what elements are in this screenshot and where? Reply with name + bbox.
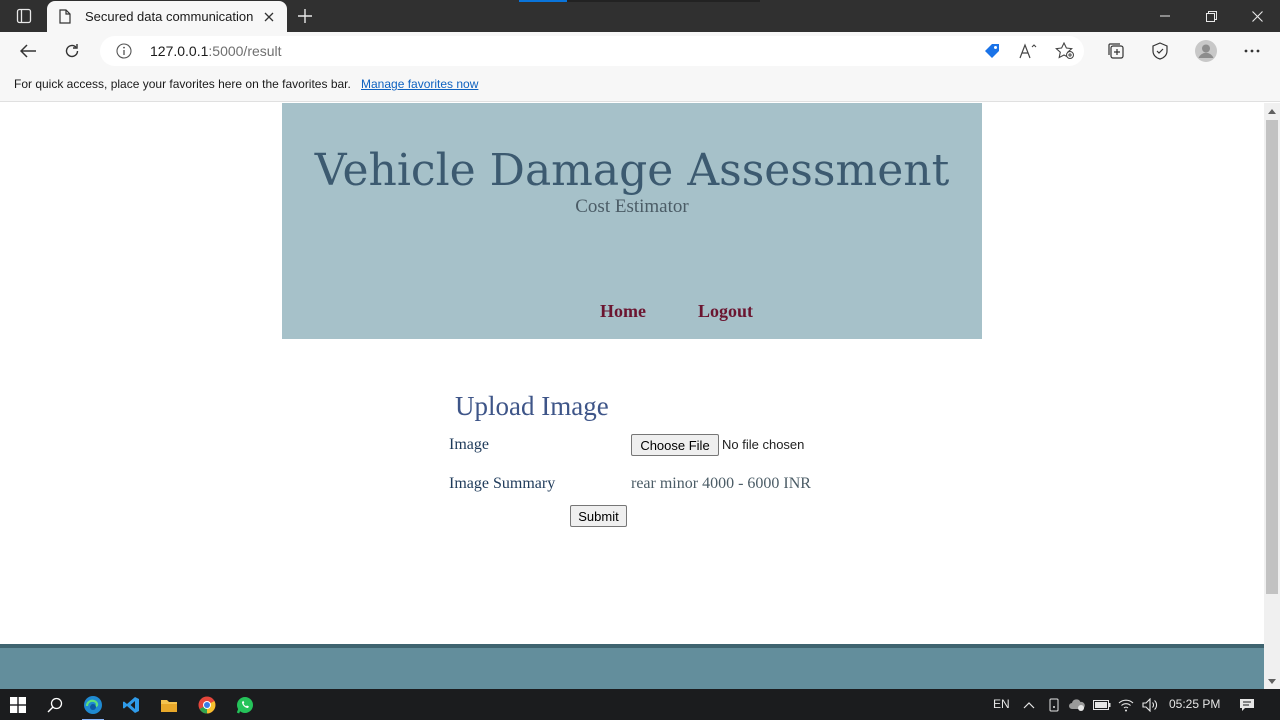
- collections-icon[interactable]: [1101, 37, 1131, 65]
- refresh-icon[interactable]: [57, 37, 87, 65]
- wifi-icon[interactable]: [1117, 696, 1135, 714]
- new-tab-icon[interactable]: [292, 4, 318, 28]
- volume-icon[interactable]: [1141, 696, 1159, 714]
- browser-essentials-icon[interactable]: [1145, 37, 1175, 65]
- site-title: Vehicle Damage Assessment: [314, 145, 950, 196]
- vscode-taskbar-icon[interactable]: [116, 692, 146, 718]
- page-scrollbar[interactable]: [1264, 103, 1280, 689]
- submit-button[interactable]: Submit: [570, 505, 627, 527]
- battery-icon[interactable]: [1093, 696, 1111, 714]
- image-summary-label: Image Summary: [449, 475, 556, 492]
- more-menu-icon[interactable]: [1237, 37, 1267, 65]
- choose-file-button[interactable]: Choose File: [631, 434, 719, 456]
- edge-taskbar-icon[interactable]: [78, 692, 108, 720]
- site-footer: [0, 648, 1264, 689]
- address-bar[interactable]: 127.0.0.1:5000/result: [100, 36, 1084, 66]
- image-label: Image: [449, 436, 489, 453]
- favorites-bar: For quick access, place your favorites h…: [0, 70, 1280, 102]
- chevron-up-icon[interactable]: [1020, 696, 1038, 714]
- scroll-down-arrow-icon[interactable]: [1264, 673, 1280, 689]
- whatsapp-taskbar-icon[interactable]: [230, 692, 260, 718]
- scroll-thumb[interactable]: [1266, 120, 1278, 594]
- upload-form-title: Upload Image: [455, 391, 609, 421]
- minimize-icon[interactable]: [1142, 4, 1188, 28]
- loading-indicator: [519, 0, 567, 2]
- url-text: 127.0.0.1:5000/result: [150, 43, 282, 59]
- close-tab-icon[interactable]: [259, 7, 279, 27]
- url-path: :5000/result: [208, 43, 282, 59]
- notification-center-icon[interactable]: [1238, 696, 1256, 714]
- favorites-hint: For quick access, place your favorites h…: [14, 77, 351, 91]
- search-icon[interactable]: [40, 692, 70, 718]
- clock-time[interactable]: 05:25 PM: [1169, 697, 1220, 711]
- file-explorer-taskbar-icon[interactable]: [154, 692, 184, 718]
- url-host: 127.0.0.1: [150, 43, 209, 59]
- windows-taskbar: EN 05:25 PM: [0, 689, 1280, 720]
- page-icon: [59, 9, 73, 25]
- browser-toolbar: 127.0.0.1:5000/result: [0, 32, 1280, 70]
- browser-title-bar: Secured data communication: [0, 0, 1280, 32]
- page-viewport: Vehicle Damage Assessment Cost Estimator…: [0, 103, 1264, 689]
- shopping-tag-icon[interactable]: [980, 40, 1004, 62]
- windows-start-icon[interactable]: [3, 692, 33, 718]
- site-subtitle: Cost Estimator: [575, 196, 689, 217]
- nav-home-link[interactable]: Home: [600, 301, 646, 322]
- profile-avatar-icon[interactable]: [1191, 37, 1221, 65]
- add-favorite-icon[interactable]: [1053, 40, 1077, 62]
- scroll-up-arrow-icon[interactable]: [1264, 103, 1280, 119]
- tab-actions-icon[interactable]: [10, 6, 38, 26]
- file-status-text: No file chosen: [722, 437, 805, 452]
- browser-tab-active[interactable]: Secured data communication: [47, 1, 287, 32]
- chrome-taskbar-icon[interactable]: [192, 692, 222, 718]
- onedrive-icon[interactable]: [1068, 696, 1086, 714]
- language-indicator[interactable]: EN: [993, 697, 1010, 711]
- manage-favorites-link[interactable]: Manage favorites now: [361, 77, 478, 91]
- meet-now-icon[interactable]: [1045, 696, 1063, 714]
- site-info-icon[interactable]: [116, 43, 132, 64]
- read-aloud-icon[interactable]: [1017, 40, 1041, 62]
- back-icon[interactable]: [13, 37, 43, 65]
- site-header: Vehicle Damage Assessment Cost Estimator…: [282, 103, 982, 339]
- tab-title: Secured data communication: [85, 9, 254, 24]
- restore-icon[interactable]: [1188, 4, 1234, 28]
- loading-track: [567, 0, 760, 2]
- image-summary-value: rear minor 4000 - 6000 INR: [631, 475, 811, 492]
- nav-logout-link[interactable]: Logout: [698, 301, 753, 322]
- close-window-icon[interactable]: [1234, 4, 1280, 28]
